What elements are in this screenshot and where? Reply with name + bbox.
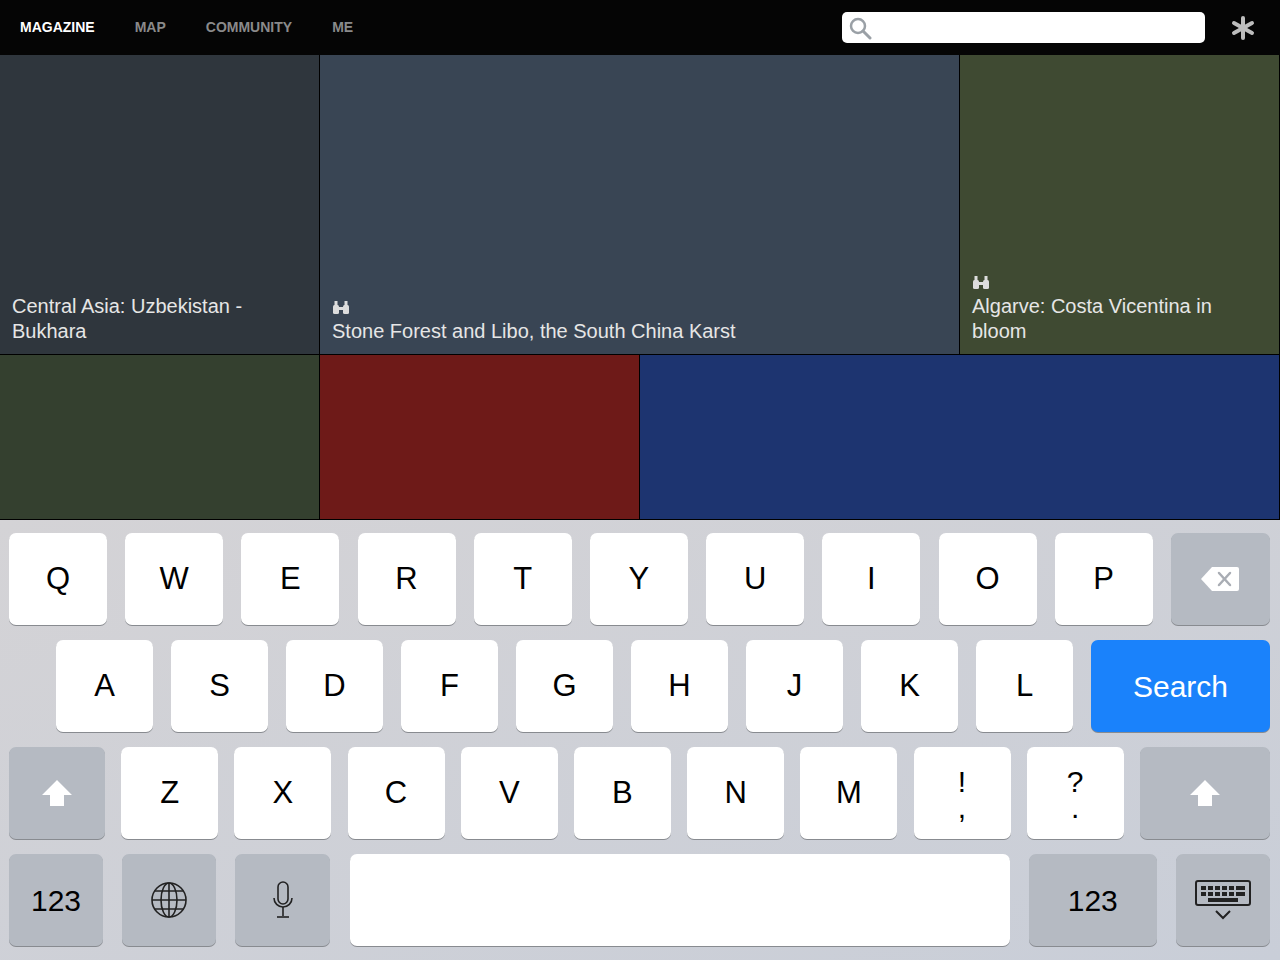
letter-key[interactable]: S bbox=[171, 640, 268, 732]
key-label: Y bbox=[629, 556, 650, 603]
binoculars-icon bbox=[332, 301, 350, 315]
shift-key[interactable] bbox=[9, 747, 105, 839]
letter-key[interactable]: E bbox=[241, 533, 339, 625]
letter-key[interactable]: D bbox=[286, 640, 383, 732]
key-label: N bbox=[724, 770, 746, 817]
magazine-tile[interactable]: Stone Forest and Libo, the South China K… bbox=[320, 55, 960, 355]
nav-tab[interactable]: COMMUNITY bbox=[206, 17, 292, 38]
globe-key[interactable] bbox=[122, 854, 216, 946]
punct-key[interactable]: !, bbox=[914, 747, 1011, 839]
shift-key[interactable] bbox=[1140, 747, 1270, 839]
key-label: Search bbox=[1133, 664, 1228, 709]
nav-tab[interactable]: MAP bbox=[135, 17, 166, 38]
key-label: Q bbox=[46, 556, 70, 603]
letter-key[interactable]: X bbox=[234, 747, 331, 839]
search-key[interactable]: Search bbox=[1091, 640, 1270, 732]
key-label: P bbox=[1093, 556, 1114, 603]
letter-key[interactable]: V bbox=[461, 747, 558, 839]
letter-key[interactable]: O bbox=[939, 533, 1037, 625]
globe-icon bbox=[150, 881, 188, 919]
letter-key[interactable]: Y bbox=[590, 533, 688, 625]
keyboard: Q W E R T Y U I O P A S D F G H J K L Search Z X C V B N M!,?. 123 1… bbox=[0, 520, 1280, 960]
shift-icon bbox=[1188, 778, 1222, 808]
space-key[interactable] bbox=[350, 854, 1010, 946]
key-label: D bbox=[323, 663, 345, 710]
letter-key[interactable]: A bbox=[56, 640, 153, 732]
key-label: S bbox=[209, 663, 230, 710]
letter-key[interactable]: J bbox=[746, 640, 843, 732]
letter-key[interactable]: B bbox=[574, 747, 671, 839]
magazine-tile[interactable] bbox=[320, 355, 640, 520]
tile-caption: Algarve: Costa Vicentina in bloom bbox=[972, 294, 1267, 344]
microphone-icon bbox=[271, 880, 295, 920]
key-label: E bbox=[280, 556, 301, 603]
magazine-tile[interactable] bbox=[0, 355, 320, 520]
letter-key[interactable]: G bbox=[516, 640, 613, 732]
key-label: J bbox=[787, 663, 803, 710]
key-label: W bbox=[160, 556, 189, 603]
key-label: ! bbox=[958, 767, 966, 797]
nav-tab[interactable]: MAGAZINE bbox=[20, 17, 95, 38]
backspace-key[interactable] bbox=[1171, 533, 1270, 625]
tile-caption: Central Asia: Uzbekistan - Bukhara bbox=[12, 294, 307, 344]
star-icon[interactable] bbox=[1231, 16, 1255, 40]
magazine-tile[interactable]: Algarve: Costa Vicentina in bloom bbox=[960, 55, 1280, 355]
key-label: A bbox=[94, 663, 115, 710]
letter-key[interactable]: M bbox=[800, 747, 897, 839]
key-sublabel: , bbox=[958, 797, 966, 819]
key-label: X bbox=[273, 770, 294, 817]
letter-key[interactable]: L bbox=[976, 640, 1073, 732]
letter-key[interactable]: I bbox=[822, 533, 920, 625]
letter-key[interactable]: Q bbox=[9, 533, 107, 625]
key-label: Z bbox=[160, 770, 179, 817]
key-label: I bbox=[867, 556, 876, 603]
key-label: T bbox=[513, 556, 532, 603]
key-label: 123 bbox=[1068, 878, 1118, 923]
letter-key[interactable]: R bbox=[358, 533, 456, 625]
punct-key[interactable]: ?. bbox=[1027, 747, 1124, 839]
magazine-tile[interactable]: Central Asia: Uzbekistan - Bukhara bbox=[0, 55, 320, 355]
key-label: F bbox=[440, 663, 459, 710]
letter-key[interactable]: P bbox=[1055, 533, 1153, 625]
shift-icon bbox=[40, 778, 74, 808]
key-label: B bbox=[612, 770, 633, 817]
numbers-key[interactable]: 123 bbox=[1029, 854, 1157, 946]
search-icon bbox=[848, 16, 872, 40]
letter-key[interactable]: C bbox=[348, 747, 445, 839]
letter-key[interactable]: Z bbox=[121, 747, 218, 839]
key-label: G bbox=[552, 663, 576, 710]
key-label: C bbox=[385, 770, 407, 817]
hide-key[interactable] bbox=[1176, 854, 1270, 946]
letter-key[interactable]: W bbox=[125, 533, 223, 625]
magazine-tile[interactable] bbox=[640, 355, 1280, 520]
key-label: L bbox=[1016, 663, 1033, 710]
nav-tab[interactable]: ME bbox=[332, 17, 353, 38]
top-bar: MAGAZINE MAP COMMUNITY ME bbox=[0, 0, 1280, 55]
key-label: ? bbox=[1067, 767, 1084, 797]
hide-keyboard-icon bbox=[1195, 880, 1251, 920]
letter-key[interactable]: F bbox=[401, 640, 498, 732]
letter-key[interactable]: N bbox=[687, 747, 784, 839]
key-label: U bbox=[744, 556, 766, 603]
letter-key[interactable]: H bbox=[631, 640, 728, 732]
binoculars-icon bbox=[972, 276, 990, 290]
letter-key[interactable]: U bbox=[706, 533, 804, 625]
search-field[interactable] bbox=[842, 12, 1205, 43]
key-label: H bbox=[668, 663, 690, 710]
key-label: M bbox=[836, 770, 862, 817]
mic-key[interactable] bbox=[235, 854, 330, 946]
letter-key[interactable]: K bbox=[861, 640, 958, 732]
key-label: O bbox=[975, 556, 999, 603]
key-label: 123 bbox=[31, 878, 81, 923]
key-sublabel: . bbox=[1071, 797, 1079, 819]
key-label: V bbox=[499, 770, 520, 817]
key-label: K bbox=[899, 663, 920, 710]
tile-caption: Stone Forest and Libo, the South China K… bbox=[332, 319, 947, 344]
key-label: R bbox=[395, 556, 417, 603]
letter-key[interactable]: T bbox=[474, 533, 572, 625]
backspace-icon bbox=[1200, 566, 1240, 592]
numbers-key[interactable]: 123 bbox=[9, 854, 103, 946]
